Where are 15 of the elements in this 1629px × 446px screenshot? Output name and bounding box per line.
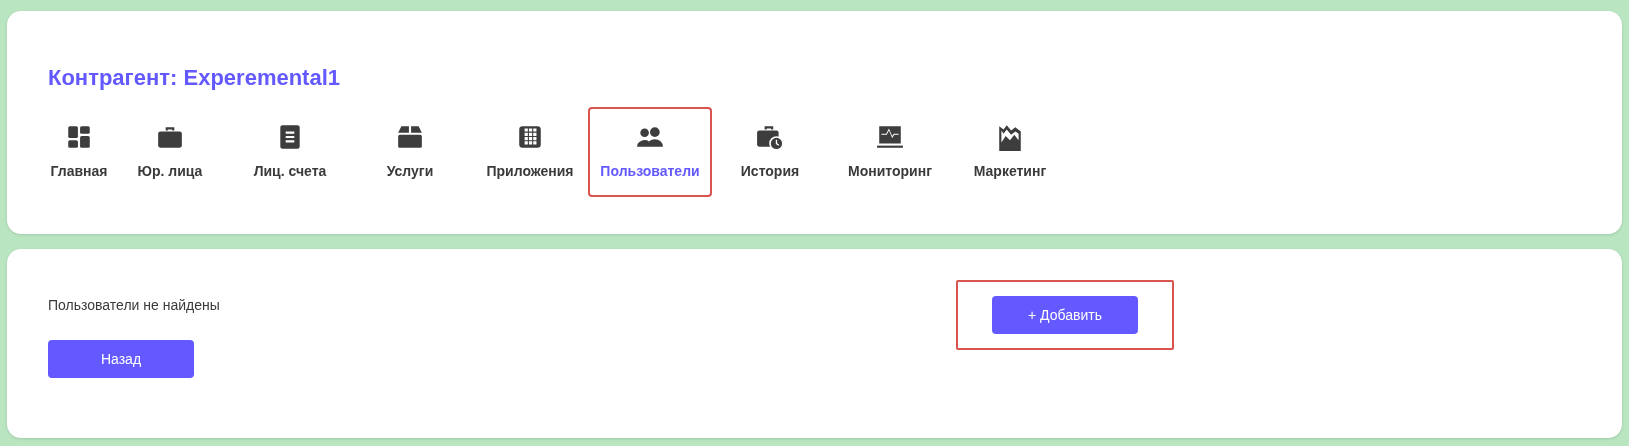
- nav-tab[interactable]: История: [710, 109, 830, 196]
- nav-tab[interactable]: Услуги: [350, 109, 470, 196]
- empty-message: Пользователи не найдены: [48, 296, 221, 315]
- page-title: Контрагент: Experemental1: [48, 65, 342, 92]
- nav-tab[interactable]: Лиц. счета: [230, 109, 350, 196]
- nav-tab[interactable]: Приложения: [470, 109, 590, 196]
- nav-tab[interactable]: Главная: [48, 109, 110, 196]
- briefcase-clock-icon: [756, 123, 784, 152]
- nav-tab[interactable]: Юр. лица: [110, 109, 230, 196]
- nav-tab[interactable]: Маркетинг: [950, 109, 1070, 196]
- back-button[interactable]: Назад: [48, 340, 194, 378]
- add-button[interactable]: + Добавить: [992, 296, 1138, 334]
- nav-tab[interactable]: Мониторинг: [830, 109, 950, 196]
- nav-tab[interactable]: Пользователи: [590, 109, 710, 196]
- area-chart-icon: [996, 123, 1024, 152]
